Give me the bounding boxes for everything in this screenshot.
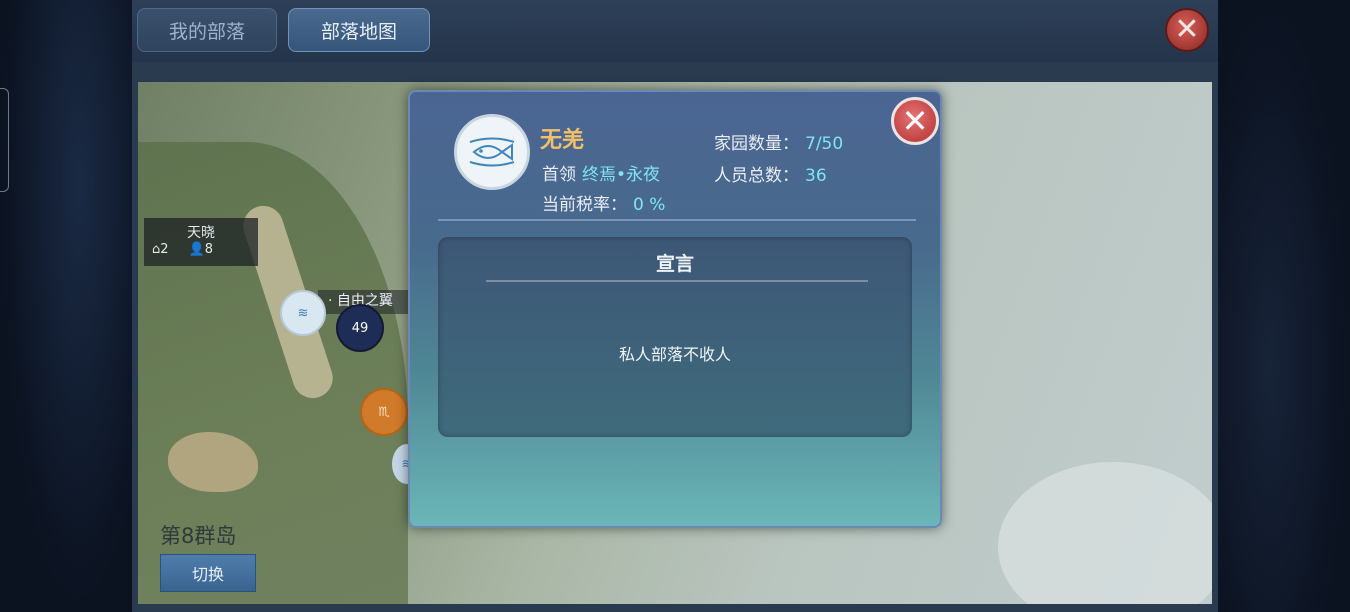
close-icon: ✕ xyxy=(1174,12,1200,47)
tribe-emblem xyxy=(454,114,530,190)
leader-value: 终焉•永夜 xyxy=(582,165,661,185)
declaration-panel: 宣言 私人部落不收人 xyxy=(438,237,912,437)
side-drawer-handle[interactable] xyxy=(0,88,9,192)
tribe-info-dialog: ✕ 无羌 首领 终焉•永夜 当前税率： 0 % 家园数量： 7/50 人员总数： 36 … xyxy=(408,90,942,528)
leader-label: 首领 xyxy=(542,165,576,185)
homes-label: 家园数量： xyxy=(714,134,799,154)
members-label: 人员总数： xyxy=(714,166,799,186)
close-icon: ✕ xyxy=(901,102,929,140)
header-divider xyxy=(438,219,916,221)
tax-row: 当前税率： 0 % xyxy=(542,190,665,215)
map-tribe-name: 天晓 xyxy=(187,225,215,241)
scorpion-tribe-marker[interactable]: ♏ xyxy=(360,388,408,436)
declaration-divider xyxy=(486,280,868,282)
dialog-close-button[interactable]: ✕ xyxy=(891,97,939,145)
tab-bar: 我的部落 部落地图 ✕ xyxy=(132,0,1218,62)
map-tribe-label[interactable]: 天晓 ⌂2 👤8 xyxy=(144,218,258,266)
switch-island-button[interactable]: 切换 xyxy=(160,554,256,592)
person-icon: 👤 xyxy=(188,242,205,257)
member-count: 👤8 xyxy=(188,242,214,257)
tab-my-tribe[interactable]: 我的部落 xyxy=(137,8,277,52)
tax-value: 0 % xyxy=(633,195,666,215)
home-count: ⌂2 xyxy=(152,242,169,257)
fish-icon xyxy=(469,137,515,167)
tribe-marker-count[interactable]: 49 xyxy=(336,304,384,352)
homes-value: 7/50 xyxy=(805,134,844,154)
members-value: 36 xyxy=(805,166,827,186)
homes-row: 家园数量： 7/50 xyxy=(714,129,843,154)
island-name: 第8群岛 xyxy=(160,524,237,548)
left-backdrop xyxy=(0,0,132,612)
declaration-text: 私人部落不收人 xyxy=(618,345,731,364)
tribe-name: 无羌 xyxy=(540,128,585,153)
scorpion-icon: ♏ xyxy=(378,404,390,420)
tax-label: 当前税率： xyxy=(542,195,627,215)
leader-row: 首领 终焉•永夜 xyxy=(542,160,660,185)
members-row: 人员总数： 36 xyxy=(714,161,827,186)
fish-icon: ≋ xyxy=(297,305,309,321)
fish-tribe-marker[interactable]: ≋ xyxy=(280,290,326,336)
window-close-button[interactable]: ✕ xyxy=(1165,8,1209,52)
declaration-title: 宣言 xyxy=(655,253,694,275)
map-shallows xyxy=(998,462,1212,604)
tab-tribe-map[interactable]: 部落地图 xyxy=(288,8,430,52)
right-backdrop xyxy=(1218,0,1350,612)
